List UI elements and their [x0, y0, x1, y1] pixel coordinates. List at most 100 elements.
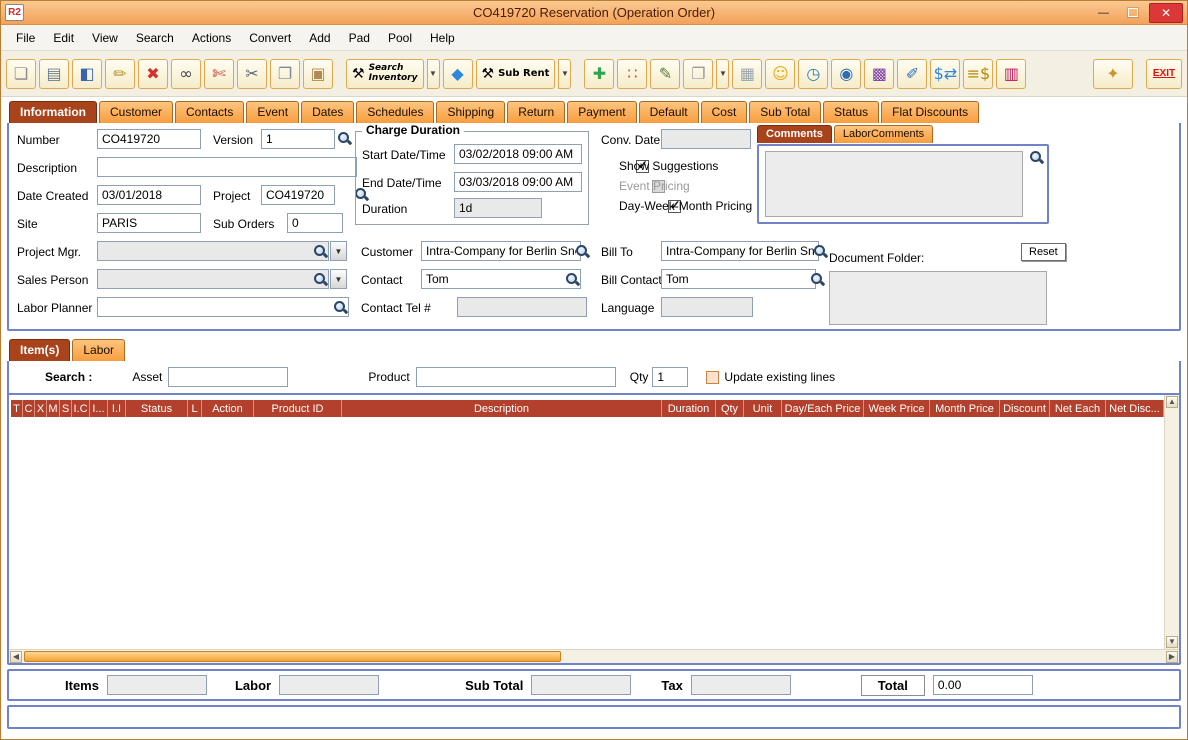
price-list-button[interactable]: ≡$	[963, 58, 994, 89]
tab-cost[interactable]: Cost	[700, 101, 748, 123]
column-header[interactable]: Qty	[716, 400, 744, 417]
qty-input[interactable]	[652, 367, 689, 387]
contact-search-icon[interactable]	[565, 272, 579, 286]
date-created-field[interactable]	[97, 185, 201, 205]
search-inventory-dropdown[interactable]: ▼	[426, 58, 440, 89]
paste-button[interactable]: ▣	[303, 58, 333, 89]
tab-return[interactable]: Return	[507, 101, 566, 123]
tab-default[interactable]: Default	[638, 101, 699, 123]
items-table-body[interactable]	[9, 417, 1164, 649]
tab-schedules[interactable]: Schedules	[356, 101, 435, 123]
vertical-scrollbar[interactable]: ▲ ▼	[1164, 395, 1179, 649]
column-header[interactable]: X	[35, 400, 47, 417]
start-datetime-field[interactable]	[454, 144, 582, 164]
maximize-button[interactable]	[1120, 4, 1145, 21]
print-button[interactable]: ▤	[39, 58, 69, 89]
sub-rent-dropdown[interactable]: ▼	[558, 58, 572, 89]
exit-button[interactable]: EXIT	[1146, 58, 1182, 89]
version-field[interactable]	[261, 129, 335, 149]
bill-to-field[interactable]	[661, 241, 819, 261]
contact-tel-field[interactable]	[457, 297, 587, 317]
column-header[interactable]: S	[60, 400, 72, 417]
project-mgr-search-icon[interactable]	[313, 244, 327, 258]
cards-button[interactable]: ❐	[683, 58, 714, 89]
cut-special-button[interactable]: ✄	[204, 58, 234, 89]
sales-person-search-icon[interactable]	[313, 272, 327, 286]
column-header[interactable]: Day/Each Price	[782, 400, 864, 417]
tab-contacts[interactable]: Contacts	[175, 101, 245, 123]
sub-orders-field[interactable]	[287, 213, 343, 233]
asset-input[interactable]	[168, 367, 289, 387]
menu-item[interactable]: Help	[421, 28, 464, 48]
column-header[interactable]: I.C	[72, 400, 90, 417]
site-field[interactable]	[97, 213, 201, 233]
version-search-icon[interactable]	[337, 131, 351, 145]
project-field[interactable]	[261, 185, 335, 205]
horizontal-scrollbar[interactable]: ◀ ▶	[9, 649, 1179, 663]
total-field[interactable]	[932, 675, 1033, 695]
key-button[interactable]: ✦	[1093, 58, 1133, 89]
column-header[interactable]: Week Price	[864, 400, 930, 417]
duration-field[interactable]	[454, 198, 542, 218]
edit-document-button[interactable]: ✐	[897, 58, 928, 89]
new-document-button[interactable]: ❏	[6, 58, 36, 89]
bill-contact-search-icon[interactable]	[810, 272, 824, 286]
menu-item[interactable]: Pad	[340, 28, 379, 48]
menu-item[interactable]: Edit	[44, 28, 83, 48]
tab-labor[interactable]: Labor	[72, 339, 126, 361]
column-header[interactable]: Net Disc...	[1106, 400, 1164, 417]
column-header[interactable]: I...	[90, 400, 108, 417]
product-input[interactable]	[415, 367, 616, 387]
labor-total-field[interactable]	[279, 675, 380, 695]
column-header[interactable]: Unit	[744, 400, 782, 417]
tab-sub-total[interactable]: Sub Total	[749, 101, 822, 123]
column-header[interactable]: L	[188, 400, 202, 417]
edit-pencil-button[interactable]: ✏	[105, 58, 135, 89]
tab-dates[interactable]: Dates	[301, 101, 355, 123]
cart-button[interactable]: ▥	[996, 58, 1027, 89]
conv-date-field[interactable]	[661, 129, 751, 149]
search-inventory-button[interactable]: ⚒ Search Inventory	[346, 58, 424, 89]
tab-flat-discounts[interactable]: Flat Discounts	[881, 101, 980, 123]
column-header[interactable]: T	[11, 400, 23, 417]
tab-items[interactable]: Item(s)	[9, 339, 71, 361]
reset-button[interactable]: Reset	[1021, 243, 1066, 261]
cube-button[interactable]: ▩	[864, 58, 895, 89]
delete-button[interactable]: ✖	[138, 58, 168, 89]
scroll-left-icon[interactable]: ◀	[10, 650, 22, 663]
save-button[interactable]: ◧	[72, 58, 102, 89]
language-field[interactable]	[661, 297, 753, 317]
bill-to-search-icon[interactable]	[813, 244, 827, 258]
document-folder-box[interactable]	[829, 271, 1047, 325]
tab-customer[interactable]: Customer	[99, 101, 174, 123]
clock-button[interactable]: ◷	[798, 58, 829, 89]
menu-item[interactable]: Convert	[240, 28, 300, 48]
update-existing-lines-checkbox[interactable]	[706, 370, 720, 384]
customer-search-icon[interactable]	[575, 244, 589, 258]
menu-item[interactable]: Pool	[379, 28, 421, 48]
labor-planner-field[interactable]	[97, 297, 349, 317]
column-header[interactable]: C	[23, 400, 35, 417]
tab-event[interactable]: Event	[246, 101, 300, 123]
column-header[interactable]: Status	[126, 400, 188, 417]
scrollbar-thumb[interactable]	[24, 651, 562, 662]
project-mgr-field[interactable]	[97, 241, 329, 261]
tab-shipping[interactable]: Shipping	[436, 101, 506, 123]
scroll-down-icon[interactable]: ▼	[1166, 636, 1178, 648]
number-field[interactable]	[97, 129, 201, 149]
tax-field[interactable]	[690, 675, 791, 695]
scroll-up-icon[interactable]: ▲	[1166, 396, 1178, 408]
column-header[interactable]: Net Each	[1050, 400, 1106, 417]
sales-person-dropdown[interactable]: ▼	[330, 269, 347, 289]
column-header[interactable]: Product ID	[254, 400, 342, 417]
drop-button[interactable]: ◆	[442, 58, 473, 89]
minimize-button[interactable]: —	[1091, 4, 1116, 21]
tab-payment[interactable]: Payment	[567, 101, 637, 123]
contact-field[interactable]	[421, 269, 581, 289]
end-datetime-field[interactable]	[454, 172, 582, 192]
subtotal-field[interactable]	[531, 675, 632, 695]
spheres-button[interactable]: ∷	[617, 58, 648, 89]
cut-button[interactable]: ✂	[237, 58, 267, 89]
edit-note-button[interactable]: ✎	[650, 58, 681, 89]
items-total-field[interactable]	[106, 675, 207, 695]
